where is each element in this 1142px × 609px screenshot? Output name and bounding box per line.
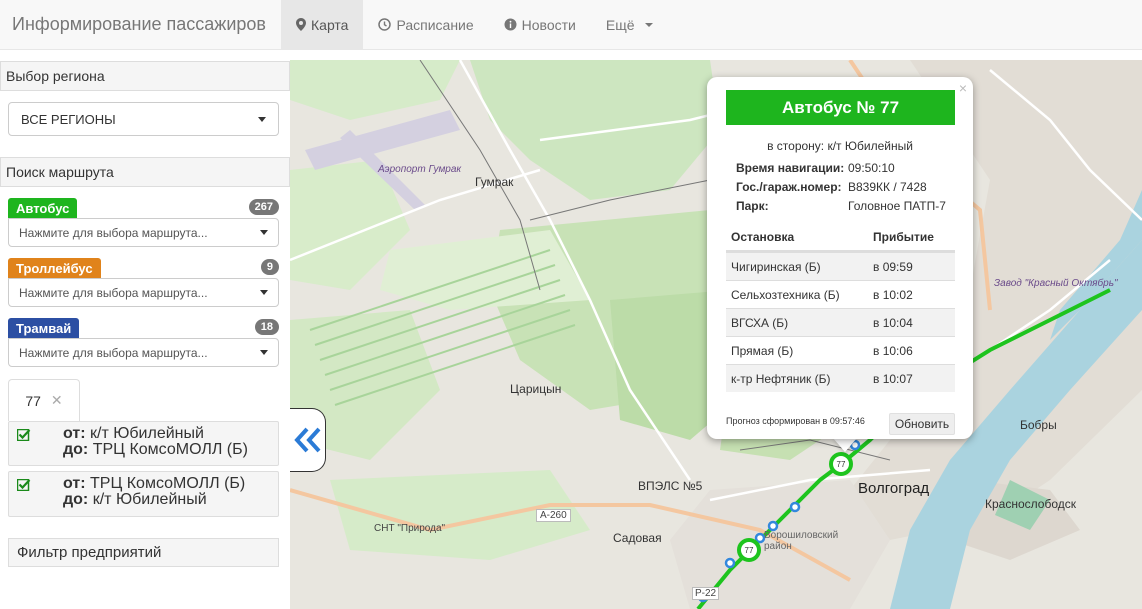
map-label-krasnoslobodsk: Краснослободск — [985, 497, 1076, 511]
nav-news-label: Новости — [521, 16, 576, 33]
table-row: Прямая (Б) в 10:06 — [726, 336, 955, 364]
table-row: Чигиринская (Б) в 09:59 — [726, 252, 955, 280]
trolleybus-route-placeholder: Нажмите для выбора маршрута... — [19, 285, 208, 300]
bus-type-label: Автобус — [8, 198, 78, 218]
table-row: Сельхозтехника (Б) в 10:02 — [726, 280, 955, 308]
clock-icon — [378, 18, 392, 31]
map-label-snt: СНТ "Природа" — [374, 523, 446, 534]
selected-route-tab[interactable]: 77 ✕ — [8, 379, 80, 421]
map-label-district: Ворошиловский район — [764, 530, 839, 552]
checkbox-checked-icon[interactable] — [17, 479, 31, 491]
close-icon[interactable]: ✕ — [51, 392, 63, 409]
route-marker-77[interactable]: 77 — [829, 452, 853, 476]
enterprise-filter-heading[interactable]: Фильтр предприятий — [8, 538, 279, 567]
tram-route-select[interactable]: Нажмите для выбора маршрута... — [8, 338, 279, 367]
selected-route-number: 77 — [25, 392, 41, 409]
nav-news[interactable]: Новости — [489, 0, 591, 49]
stops-table-header: Остановка Прибытие — [726, 224, 955, 252]
vehicle-info-popup: × Автобус № 77 в сторону: к/т Юбилейный … — [707, 77, 973, 439]
bus-route-select[interactable]: Нажмите для выбора маршрута... — [8, 218, 279, 247]
nav-map-label: Карта — [311, 16, 349, 33]
map-label-road-r22: Р-22 — [692, 587, 720, 600]
app-title[interactable]: Информирование пассажиров — [0, 0, 281, 49]
popup-title: Автобус № 77 — [726, 90, 955, 125]
map-label-zavod: Завод "Красный Октябрь" — [994, 278, 1118, 289]
route-search-panel: Поиск маршрута — [0, 157, 290, 187]
nav-map[interactable]: Карта — [281, 0, 364, 49]
popup-direction: в сторону: к/т Юбилейный — [767, 139, 913, 153]
popup-pointer — [833, 438, 857, 452]
double-chevron-left-icon — [293, 427, 320, 453]
checkbox-checked-icon[interactable] — [17, 429, 31, 441]
route-marker-77[interactable]: 77 — [737, 538, 761, 562]
info-icon — [504, 18, 517, 31]
forecast-time: Прогноз сформирован в 09:57:46 — [726, 416, 865, 426]
direction-from: от: к/т Юбилейный — [63, 425, 204, 442]
map-label-gumrak: Гумрак — [475, 175, 514, 189]
region-select[interactable]: ВСЕ РЕГИОНЫ — [8, 102, 279, 136]
nav-schedule-label: Расписание — [396, 16, 474, 33]
collapse-sidebar-button[interactable] — [290, 408, 326, 472]
nav-more-dropdown[interactable]: Ещё — [591, 0, 668, 49]
trolleybus-route-select[interactable]: Нажмите для выбора маршрута... — [8, 278, 279, 307]
bus-route-placeholder: Нажмите для выбора маршрута... — [19, 225, 208, 240]
info-plate: Гос./гараж.номер: В839КК / 7428 — [736, 180, 927, 194]
region-heading: Выбор региона — [0, 61, 290, 91]
chevron-down-icon — [258, 116, 266, 122]
trolleybus-type-label: Троллейбус — [8, 258, 101, 278]
map-label-volgograd: Волгоград — [858, 480, 930, 497]
stops-table: Остановка Прибытие Чигиринская (Б) в 09:5… — [726, 224, 955, 392]
bus-count-badge: 267 — [248, 199, 279, 215]
map-marker-icon — [296, 18, 306, 31]
direction-item-1[interactable]: от: к/т Юбилейный до: ТРЦ КомсоМОЛЛ (Б) — [8, 421, 279, 466]
map-label-tsaritsyn: Царицын — [510, 382, 562, 396]
table-row: ВГСХА (Б) в 10:04 — [726, 308, 955, 336]
tram-type-label: Трамвай — [8, 318, 80, 338]
direction-to: до: ТРЦ КомсоМОЛЛ (Б) — [63, 441, 248, 458]
map-label-airport: Аэропорт Гумрак — [378, 164, 462, 175]
direction-to: до: к/т Юбилейный — [63, 491, 207, 508]
direction-from: от: ТРЦ КомсоМОЛЛ (Б) — [63, 475, 246, 492]
chevron-down-icon — [260, 290, 268, 295]
direction-item-2[interactable]: от: ТРЦ КомсоМОЛЛ (Б) до: к/т Юбилейный — [8, 471, 279, 517]
map-label-road-a260: А-260 — [536, 509, 571, 522]
tram-route-placeholder: Нажмите для выбора маршрута... — [19, 345, 208, 360]
navbar: Информирование пассажиров Карта Расписан… — [0, 0, 1142, 50]
tram-count-badge: 18 — [254, 319, 279, 335]
refresh-button[interactable]: Обновить — [889, 413, 955, 435]
map-label-vpls: ВПЭЛС №5 — [638, 479, 703, 493]
popup-close-icon[interactable]: × — [959, 80, 967, 96]
map-label-bobry: Бобры — [1020, 418, 1057, 432]
chevron-down-icon — [260, 230, 268, 235]
nav-more-label: Ещё — [605, 16, 635, 33]
region-select-value: ВСЕ РЕГИОНЫ — [21, 111, 116, 127]
trolleybus-count-badge: 9 — [260, 259, 279, 275]
nav-schedule[interactable]: Расписание — [363, 0, 488, 49]
map-label-sadovaya: Садовая — [613, 531, 662, 545]
sidebar: Выбор региона ВСЕ РЕГИОНЫ Поиск маршрута… — [0, 61, 290, 609]
info-nav-time: Время навигации: 09:50:10 — [736, 161, 895, 175]
route-search-heading: Поиск маршрута — [0, 157, 290, 187]
chevron-down-icon — [260, 350, 268, 355]
table-row: к-тр Нефтяник (Б) в 10:07 — [726, 364, 955, 392]
chevron-down-icon — [644, 22, 653, 27]
info-park: Парк: Головное ПАТП-7 — [736, 199, 946, 213]
